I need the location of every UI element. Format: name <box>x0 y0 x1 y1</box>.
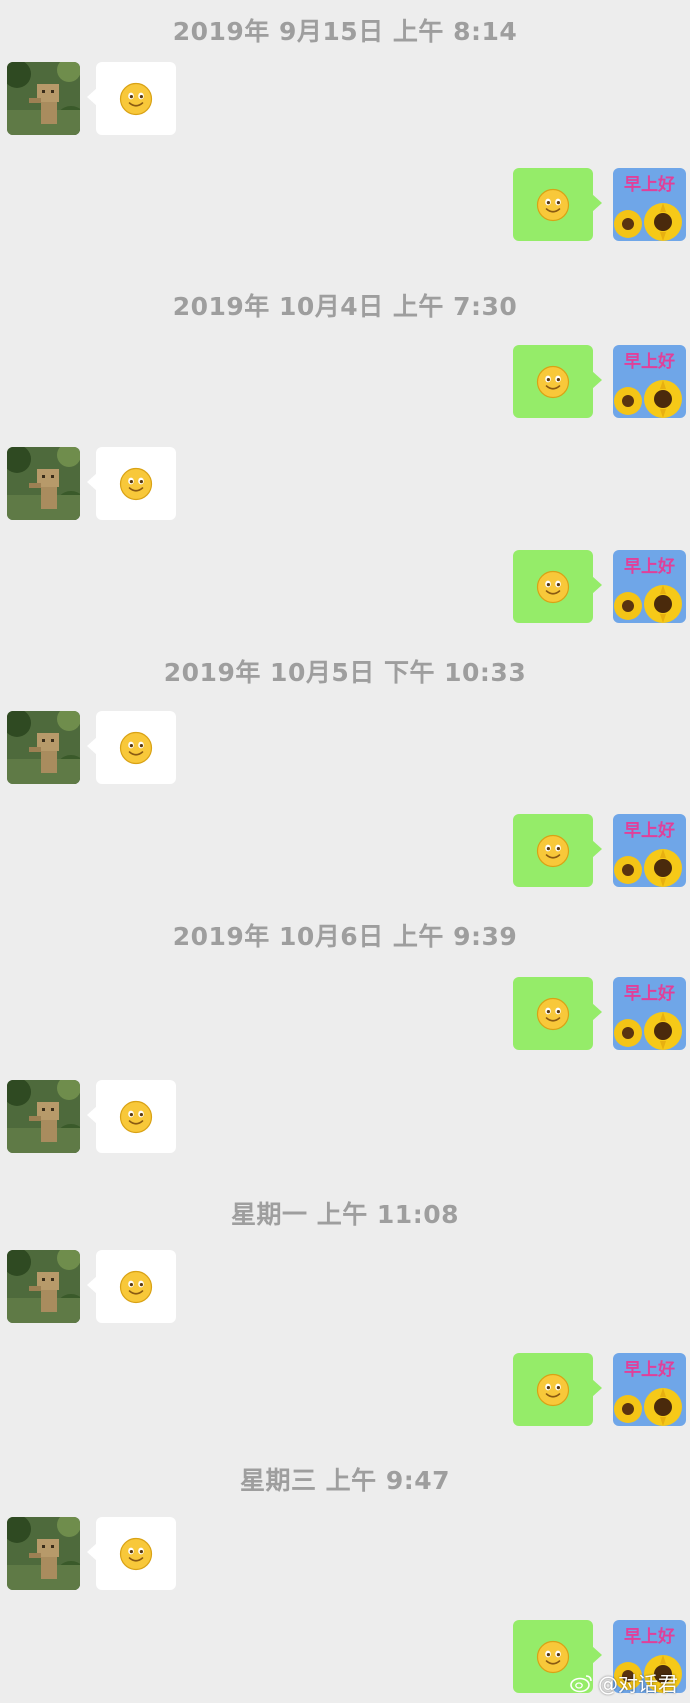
message-row-outgoing: 早上好 <box>0 1353 690 1429</box>
message-bubble[interactable] <box>87 62 176 135</box>
smiley-emoji-icon <box>119 731 153 764</box>
timestamp: 2019年 9月15日 上午 8:14 <box>172 17 518 46</box>
message-bubble[interactable] <box>87 1517 176 1590</box>
timestamp: 2019年 10月6日 上午 9:39 <box>172 922 518 951</box>
watermark-text: @对话君 <box>598 1672 678 1696</box>
contact-avatar[interactable] <box>7 711 80 784</box>
avatar-greeting-text: 早上好 <box>624 1626 675 1647</box>
smiley-emoji-icon <box>536 1640 570 1673</box>
message-row-outgoing: 早上好 <box>0 550 690 626</box>
message-bubble[interactable] <box>513 168 602 241</box>
contact-avatar[interactable] <box>7 1517 80 1590</box>
message-row-outgoing: 早上好 <box>0 345 690 421</box>
message-bubble[interactable] <box>87 1080 176 1153</box>
contact-avatar[interactable] <box>7 62 80 135</box>
message-bubble[interactable] <box>513 1353 602 1426</box>
smiley-emoji-icon <box>536 997 570 1030</box>
message-row-incoming <box>0 1250 690 1326</box>
smiley-emoji-icon <box>119 1270 153 1303</box>
message-row-outgoing: 早上好 <box>0 977 690 1053</box>
message-row-incoming <box>0 447 690 523</box>
message-bubble[interactable] <box>87 711 176 784</box>
weibo-icon <box>570 1674 592 1692</box>
avatar-greeting-text: 早上好 <box>624 174 675 195</box>
contact-avatar[interactable] <box>7 1080 80 1153</box>
timestamp: 星期三 上午 9:47 <box>239 1466 451 1495</box>
smiley-emoji-icon <box>536 365 570 398</box>
timestamp: 2019年 10月5日 下午 10:33 <box>163 658 527 687</box>
message-bubble[interactable] <box>87 447 176 520</box>
avatar-greeting-text: 早上好 <box>624 820 675 841</box>
message-row-incoming <box>0 1080 690 1156</box>
avatar-greeting-text: 早上好 <box>624 983 675 1004</box>
timestamp: 星期一 上午 11:08 <box>231 1200 459 1229</box>
avatar-greeting-text: 早上好 <box>624 1359 675 1380</box>
message-row-incoming <box>0 1517 690 1593</box>
my-avatar[interactable]: 早上好 <box>613 977 686 1050</box>
smiley-emoji-icon <box>119 1537 153 1570</box>
my-avatar[interactable]: 早上好 <box>613 550 686 623</box>
smiley-emoji-icon <box>119 467 153 500</box>
contact-avatar[interactable] <box>7 1250 80 1323</box>
avatar-greeting-text: 早上好 <box>624 351 675 372</box>
my-avatar[interactable]: 早上好 <box>613 814 686 887</box>
message-bubble[interactable] <box>513 345 602 418</box>
message-row-outgoing: 早上好 <box>0 814 690 890</box>
message-bubble[interactable] <box>513 814 602 887</box>
chat-view: 2019年 9月15日 上午 8:14 早上好 2019年 10月4日 上午 7… <box>0 0 690 1703</box>
smiley-emoji-icon <box>536 570 570 603</box>
message-row-incoming <box>0 62 690 138</box>
message-bubble[interactable] <box>513 550 602 623</box>
avatar-greeting-text: 早上好 <box>624 556 675 577</box>
smiley-emoji-icon <box>536 188 570 221</box>
my-avatar[interactable]: 早上好 <box>613 168 686 241</box>
smiley-emoji-icon <box>119 1100 153 1133</box>
watermark: @对话君 <box>570 1668 678 1697</box>
smiley-emoji-icon <box>536 834 570 867</box>
my-avatar[interactable]: 早上好 <box>613 345 686 418</box>
message-row-outgoing: 早上好 <box>0 168 690 244</box>
message-bubble[interactable] <box>87 1250 176 1323</box>
timestamp: 2019年 10月4日 上午 7:30 <box>172 292 518 321</box>
contact-avatar[interactable] <box>7 447 80 520</box>
my-avatar[interactable]: 早上好 <box>613 1353 686 1426</box>
smiley-emoji-icon <box>119 82 153 115</box>
message-bubble[interactable] <box>513 977 602 1050</box>
message-row-incoming <box>0 711 690 787</box>
smiley-emoji-icon <box>536 1373 570 1406</box>
